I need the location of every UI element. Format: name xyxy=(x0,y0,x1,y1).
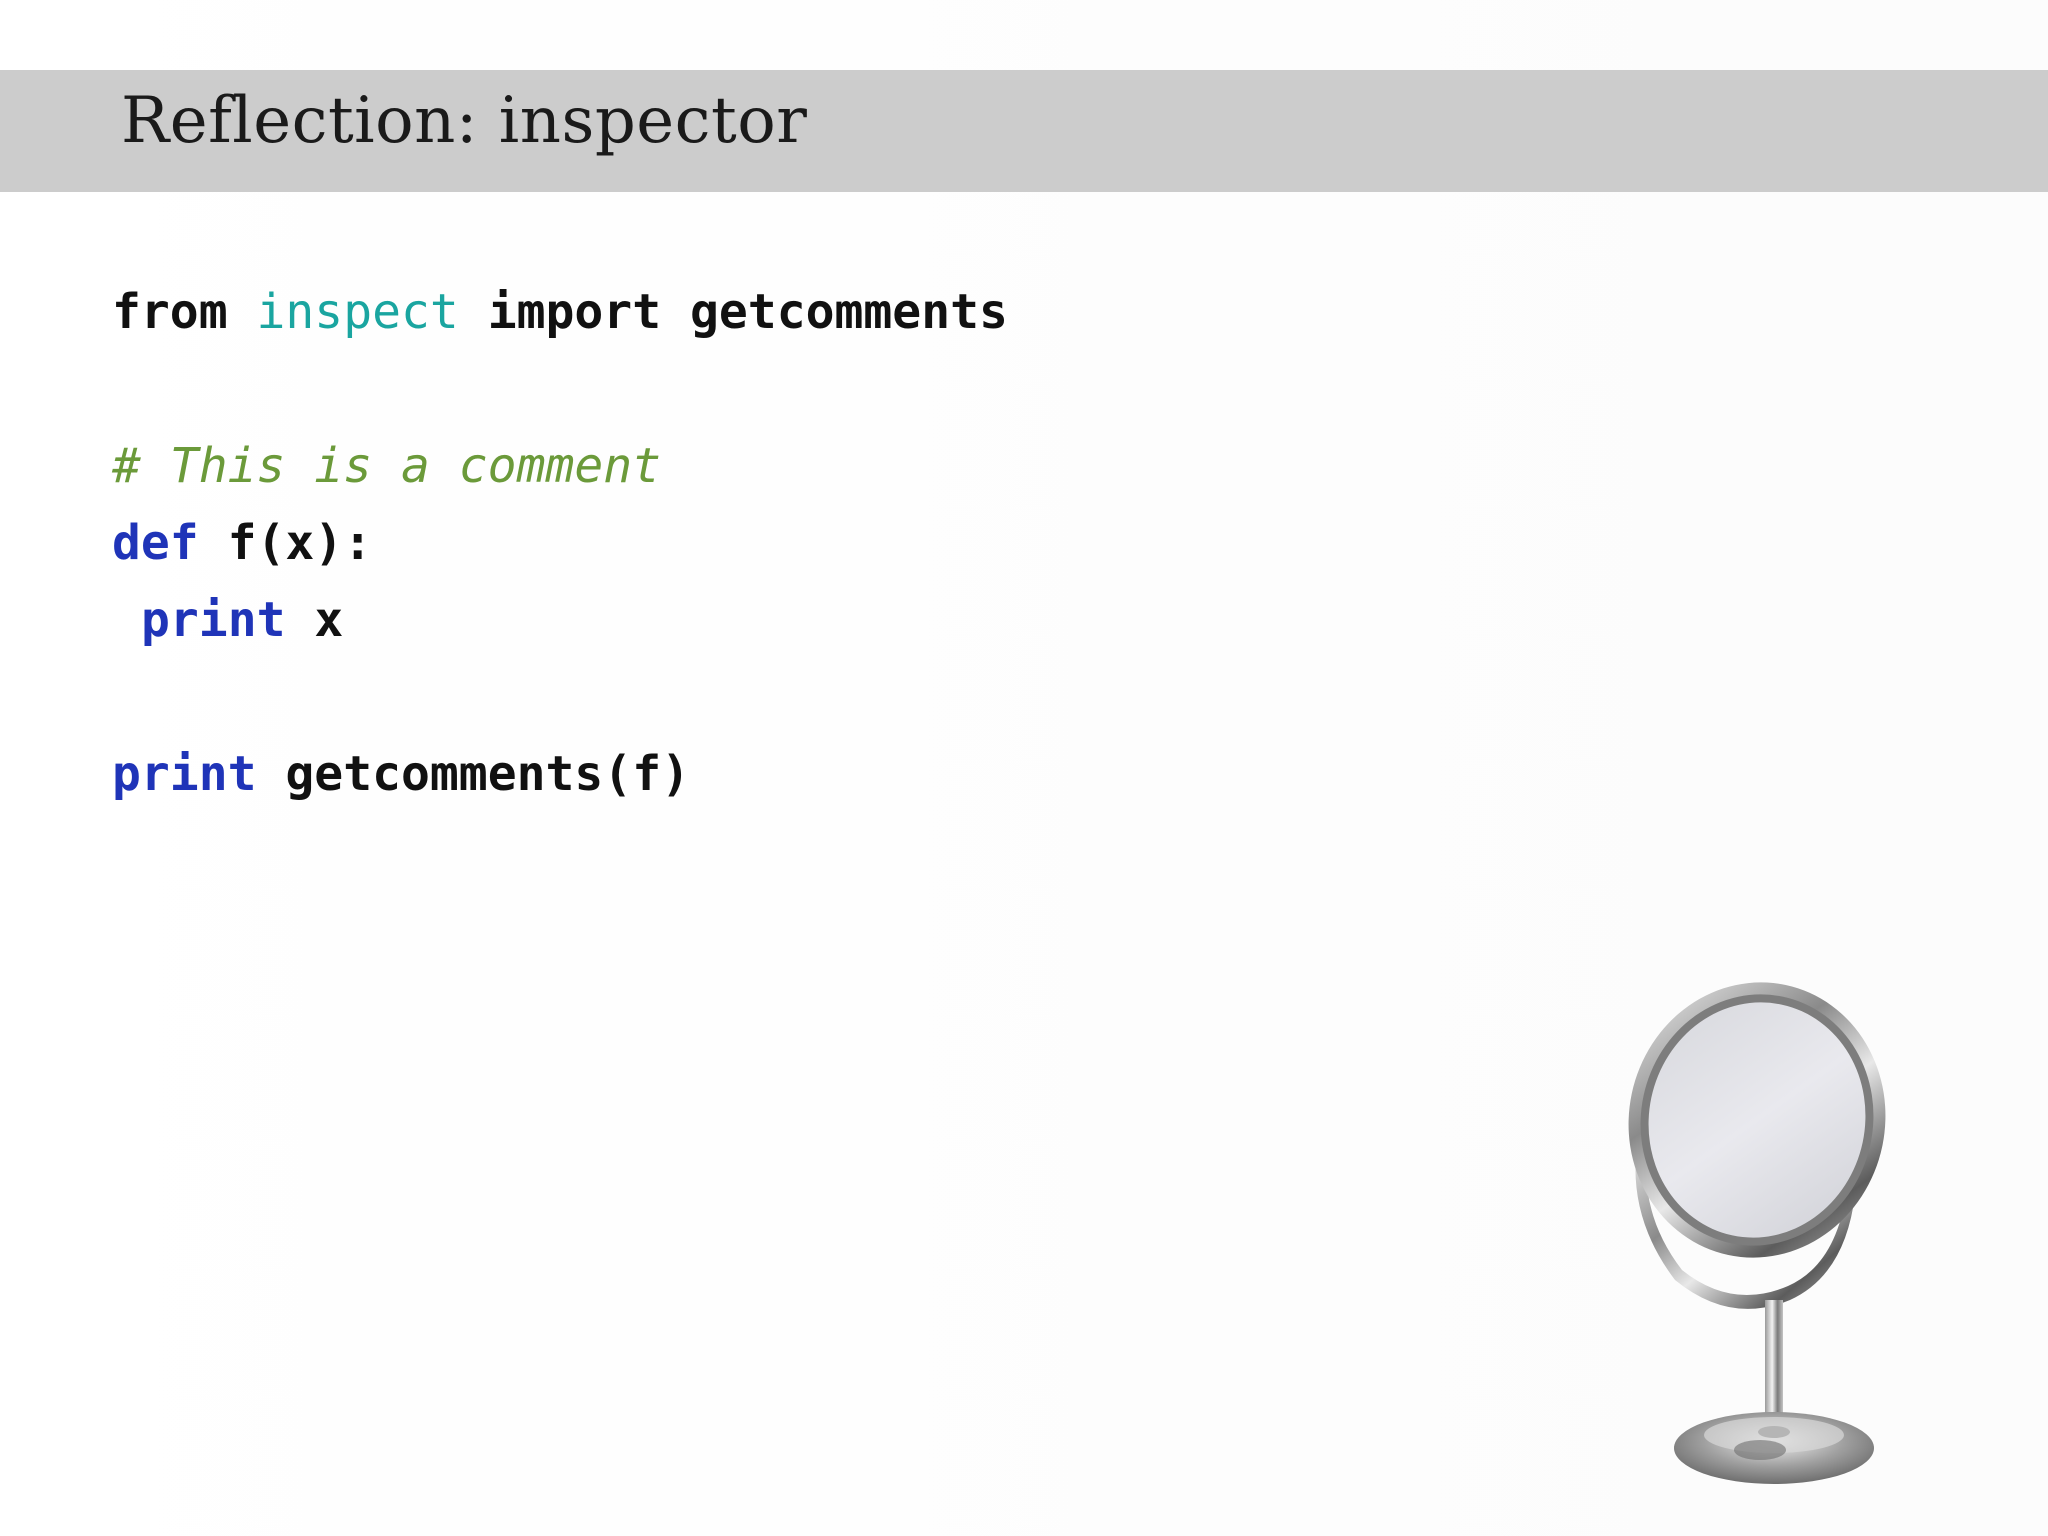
module-name: inspect xyxy=(256,284,459,340)
keyword-from: from xyxy=(112,284,228,340)
code-line-print-x: print x xyxy=(141,596,343,644)
imported-name: getcomments xyxy=(690,284,1008,340)
keyword-def: def xyxy=(112,515,199,571)
code-line-print-getcomments: print getcomments(f) xyxy=(112,750,690,798)
keyword-print-2: print xyxy=(112,746,257,802)
slide-title: Reflection: inspector xyxy=(121,84,808,158)
print-argument: x xyxy=(314,592,344,648)
keyword-print: print xyxy=(141,592,286,648)
code-line-import: from inspect import getcomments xyxy=(112,288,1008,336)
function-signature: f(x): xyxy=(227,515,373,571)
getcomments-call: getcomments(f) xyxy=(285,746,690,802)
vanity-mirror-icon xyxy=(1628,982,1886,1484)
code-line-def: def f(x): xyxy=(112,519,372,567)
keyword-import: import xyxy=(487,284,662,340)
code-line-comment: # This is a comment xyxy=(112,438,662,494)
